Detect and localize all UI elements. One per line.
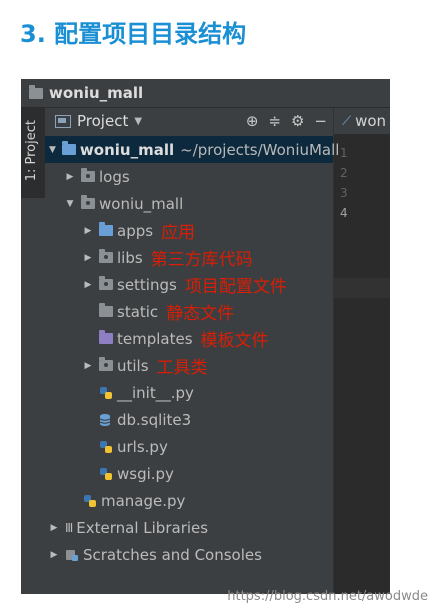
- project-panel-header: Project ▼ ⊕ ≑ ⚙ −: [45, 108, 333, 134]
- expand-right-icon[interactable]: ▶: [83, 226, 93, 236]
- tree-item-label: apps: [117, 221, 154, 240]
- line-number: 2: [340, 166, 348, 180]
- line-number: 3: [340, 186, 348, 200]
- python-file-icon: [100, 467, 112, 480]
- expand-down-icon[interactable]: ▼: [65, 199, 75, 209]
- locate-icon[interactable]: ⊕: [246, 112, 259, 130]
- tree-item-label: urls.py: [117, 437, 168, 456]
- python-file-icon: [84, 494, 96, 507]
- tree-item-label: templates: [117, 329, 193, 348]
- tree-item-init[interactable]: __init__.py: [45, 379, 333, 406]
- library-icon: Ⅲ: [65, 520, 73, 535]
- tree-item-static[interactable]: ▶ static 静态文件: [45, 298, 333, 325]
- expand-right-icon[interactable]: ▶: [83, 361, 93, 371]
- expand-down-icon[interactable]: ▼: [49, 145, 56, 155]
- tree-item-woniu-mall[interactable]: ▼ woniu_mall: [45, 190, 333, 217]
- collapse-all-icon[interactable]: ≑: [268, 112, 281, 130]
- tree-item-label: External Libraries: [76, 518, 209, 537]
- current-line-highlight: [334, 278, 390, 298]
- editor-tab-label: won: [355, 112, 387, 130]
- editor-area[interactable]: ⟋ won 1 2 3 4: [333, 108, 390, 594]
- expand-right-icon[interactable]: ▶: [83, 253, 93, 263]
- expand-right-icon[interactable]: ▶: [83, 280, 93, 290]
- project-tool-tab[interactable]: 1: Project: [24, 120, 39, 181]
- python-file-icon: [100, 386, 112, 399]
- gear-icon[interactable]: ⚙: [291, 112, 304, 130]
- tree-item-manage[interactable]: manage.py: [45, 487, 333, 514]
- annotation: 应用: [161, 223, 196, 243]
- line-number: 4: [340, 206, 348, 220]
- file-type-icon: ⟋: [342, 113, 352, 129]
- tree-root-name: woniu_mall: [79, 140, 175, 159]
- tree-item-label: utils: [117, 356, 149, 375]
- project-tree: ▼ woniu_mall ~/projects/WoniuMall ▶ logs…: [45, 136, 339, 568]
- folder-icon: [61, 141, 76, 155]
- annotation: 项目配置文件: [184, 277, 287, 297]
- tool-window-strip[interactable]: 1: Project: [21, 108, 45, 198]
- database-icon: [99, 413, 111, 426]
- expand-right-icon[interactable]: ▶: [49, 523, 59, 533]
- tree-item-label: settings: [117, 275, 177, 294]
- folder-icon: [99, 249, 113, 263]
- editor-tab[interactable]: ⟋ won: [334, 108, 390, 134]
- tree-item-db[interactable]: db.sqlite3: [45, 406, 333, 433]
- package-icon: [81, 195, 95, 209]
- tree-item-logs[interactable]: ▶ logs: [45, 163, 333, 190]
- tree-item-label: logs: [99, 167, 130, 186]
- python-file-icon: [100, 440, 112, 453]
- tree-item-libs[interactable]: ▶ libs 第三方库代码: [45, 244, 333, 271]
- tree-item-label: manage.py: [101, 491, 186, 510]
- tree-item-label: wsgi.py: [117, 464, 174, 483]
- watermark: https://blog.csdn.net/awodwde: [227, 589, 428, 604]
- annotation: 工具类: [156, 358, 208, 378]
- tree-item-label: __init__.py: [117, 383, 194, 402]
- project-view-icon: [55, 114, 71, 128]
- templates-folder-icon: [99, 330, 113, 344]
- window-titlebar: woniu_mall: [21, 79, 390, 108]
- ide-window: woniu_mall 1: Project Project ▼ ⊕ ≑ ⚙ − …: [21, 79, 390, 594]
- scratches-icon: [66, 549, 78, 561]
- source-folder-icon: [99, 222, 113, 236]
- annotation: 静态文件: [166, 304, 235, 324]
- tree-item-label: Scratches and Consoles: [83, 545, 262, 564]
- folder-icon: [99, 303, 113, 317]
- tree-item-label: db.sqlite3: [117, 410, 192, 429]
- folder-icon: [29, 84, 43, 99]
- project-view-selector[interactable]: Project: [77, 112, 128, 130]
- tree-item-wsgi[interactable]: wsgi.py: [45, 460, 333, 487]
- window-title: woniu_mall: [49, 84, 144, 102]
- annotation: 模板文件: [200, 331, 269, 351]
- annotation: 第三方库代码: [150, 250, 253, 270]
- chevron-down-icon[interactable]: ▼: [134, 116, 142, 127]
- section-heading: 3. 配置项目目录结构: [20, 20, 247, 48]
- expand-right-icon[interactable]: ▶: [49, 550, 59, 560]
- tree-item-label: static: [117, 302, 159, 321]
- tree-item-templates[interactable]: ▶ templates 模板文件: [45, 325, 333, 352]
- package-icon: [99, 276, 113, 290]
- expand-right-icon[interactable]: ▶: [65, 172, 75, 182]
- tree-item-urls[interactable]: urls.py: [45, 433, 333, 460]
- tree-item-label: libs: [117, 248, 143, 267]
- tree-root[interactable]: ▼ woniu_mall ~/projects/WoniuMall: [45, 136, 339, 163]
- tree-item-external-libraries[interactable]: ▶ Ⅲ External Libraries: [45, 514, 333, 541]
- tree-item-utils[interactable]: ▶ utils 工具类: [45, 352, 333, 379]
- tree-item-settings[interactable]: ▶ settings 项目配置文件: [45, 271, 333, 298]
- tree-item-scratches[interactable]: ▶ Scratches and Consoles: [45, 541, 333, 568]
- package-icon: [99, 357, 113, 371]
- tree-item-label: woniu_mall: [99, 194, 184, 213]
- tree-item-apps[interactable]: ▶ apps 应用: [45, 217, 333, 244]
- tree-root-path: ~/projects/WoniuMall: [180, 140, 340, 159]
- hide-icon[interactable]: −: [314, 112, 327, 130]
- folder-icon: [81, 168, 95, 182]
